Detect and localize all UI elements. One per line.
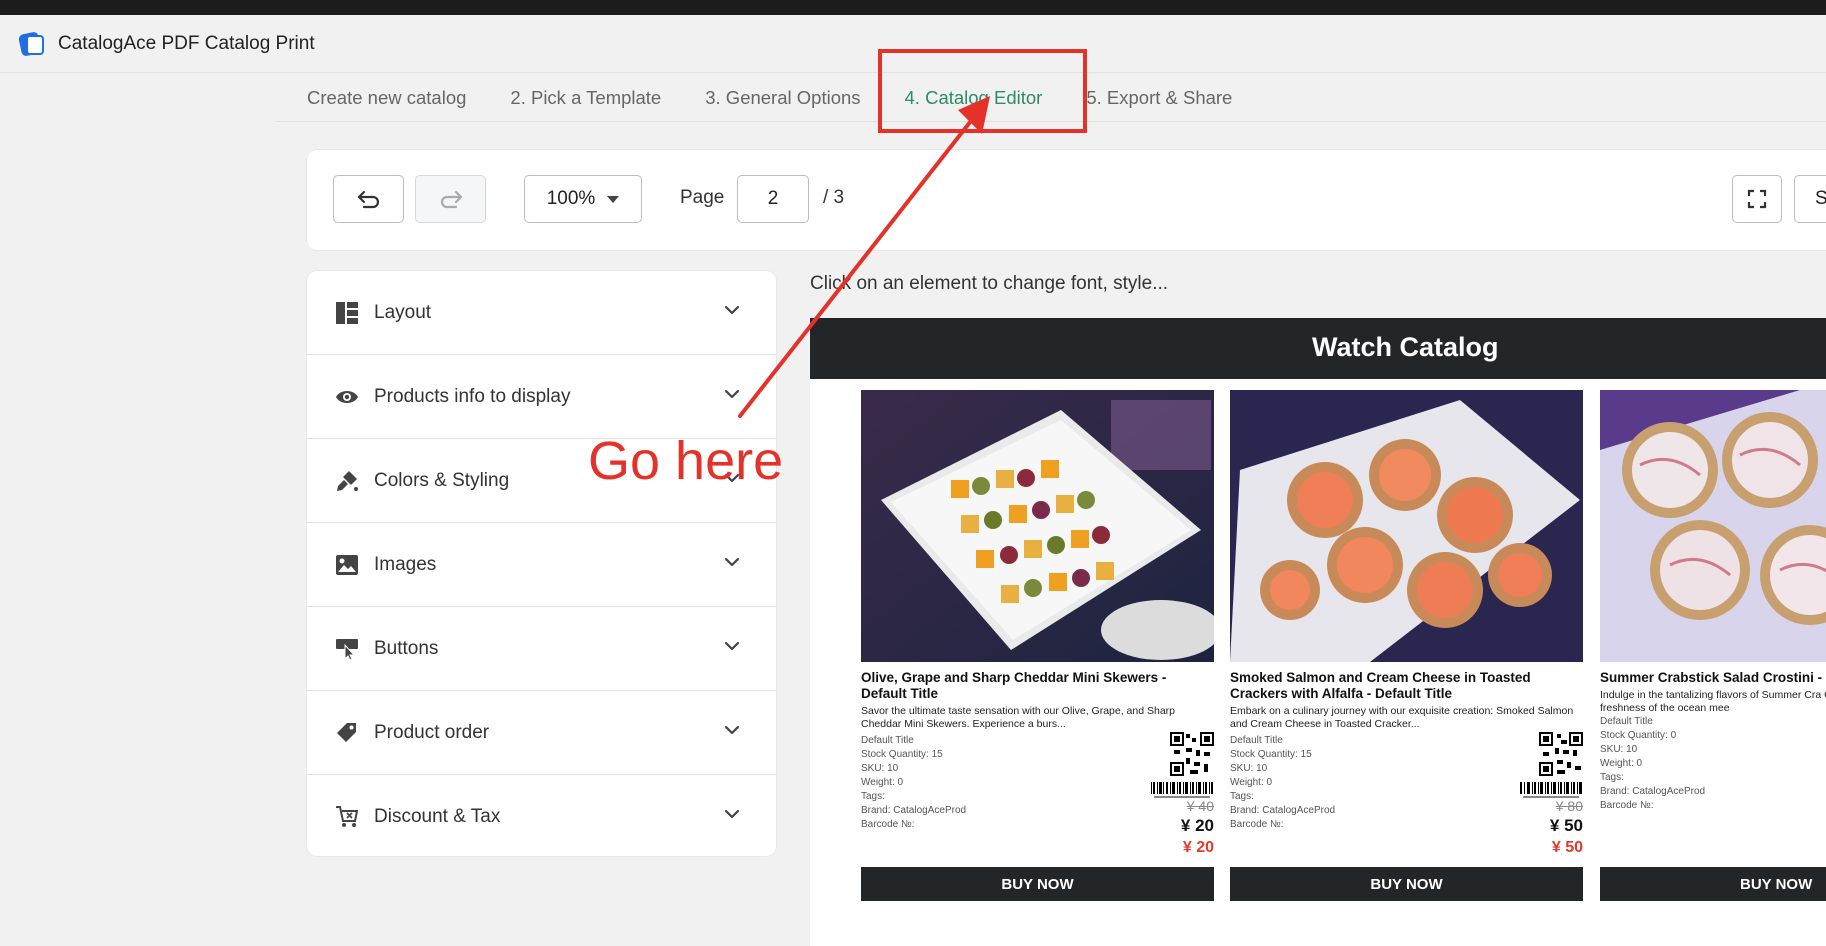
product-variant: Default Title: [1230, 735, 1283, 746]
tab-catalog-editor[interactable]: 4. Catalog Editor: [883, 87, 1065, 109]
product-name[interactable]: Summer Crabstick Salad Crostini -: [1600, 670, 1826, 686]
product-variant: Default Title: [861, 735, 914, 746]
product-barcode-label: Barcode №:: [861, 819, 915, 830]
page-label: Page: [680, 187, 725, 208]
app-header: CatalogAce PDF Catalog Print: [0, 15, 1826, 73]
accordion-label: Discount & Tax: [374, 806, 501, 827]
accordion-discount-tax[interactable]: Discount & Tax: [307, 775, 776, 856]
tab-export-share[interactable]: 5. Export & Share: [1064, 87, 1254, 109]
accordion-buttons[interactable]: Buttons: [307, 607, 776, 691]
product-card[interactable]: Smoked Salmon and Cream Cheese in Toaste…: [1230, 390, 1583, 901]
catalog-header[interactable]: Watch Catalog: [810, 318, 1826, 379]
tag-icon: [334, 720, 360, 746]
product-brand: Brand: CatalogAceProd: [1600, 786, 1706, 797]
product-tags: Tags:: [1600, 772, 1624, 783]
product-sku: SKU: 10: [861, 763, 899, 774]
buy-now-button[interactable]: BUY NOW: [861, 867, 1214, 901]
tab-pick-template[interactable]: 2. Pick a Template: [488, 87, 683, 109]
chevron-down-icon: [724, 557, 740, 567]
redo-button[interactable]: [415, 175, 486, 223]
price-discounted[interactable]: ¥ 20: [1183, 839, 1214, 857]
buy-now-button[interactable]: BUY NOW: [1230, 867, 1583, 901]
paint-icon: [334, 468, 360, 494]
chevron-down-icon: [724, 305, 740, 315]
qr-code-icon[interactable]: [1539, 732, 1583, 776]
product-meta[interactable]: Default Title Stock Quantity: 0 SKU: 10 …: [1600, 715, 1826, 813]
product-image[interactable]: [861, 390, 1214, 662]
product-name[interactable]: Smoked Salmon and Cream Cheese in Toaste…: [1230, 670, 1583, 702]
product-description[interactable]: Indulge in the tantalizing flavors of Su…: [1600, 689, 1826, 715]
buy-now-button[interactable]: BUY NOW: [1600, 867, 1826, 901]
accordion-label: Products info to display: [374, 385, 571, 407]
chevron-down-icon: [724, 725, 740, 735]
product-stock: Stock Quantity: 15: [861, 749, 943, 760]
layout-icon: [334, 300, 360, 326]
product-brand: Brand: CatalogAceProd: [1230, 805, 1336, 816]
window-top-bar: [0, 0, 1826, 15]
accordion-label: Layout: [374, 301, 432, 323]
accordion-label: Colors & Styling: [374, 469, 510, 491]
product-description[interactable]: Embark on a culinary journey with our ex…: [1230, 705, 1583, 731]
cart-icon: [334, 804, 360, 830]
buy-now-label: BUY NOW: [1740, 875, 1813, 893]
accordion-images[interactable]: Images: [307, 523, 776, 607]
page-total: / 3: [823, 187, 845, 208]
chevron-down-icon: [724, 389, 740, 399]
undo-button[interactable]: [333, 175, 404, 223]
price-original[interactable]: ¥ 80: [1556, 798, 1583, 814]
catalog-title[interactable]: Watch Catalog: [1312, 332, 1499, 363]
redo-icon: [440, 190, 462, 209]
chevron-down-icon: [724, 641, 740, 651]
chevron-down-icon: [724, 809, 740, 819]
tab-general-options[interactable]: 3. General Options: [683, 87, 882, 109]
accordion-layout[interactable]: Layout: [307, 271, 776, 355]
product-sku: SKU: 10: [1230, 763, 1268, 774]
app-title: CatalogAce PDF Catalog Print: [58, 32, 315, 54]
save-button[interactable]: S: [1794, 175, 1826, 223]
tab-create-catalog[interactable]: Create new catalog: [276, 87, 488, 109]
product-variant: Default Title: [1600, 716, 1653, 727]
page-number-input[interactable]: [737, 175, 809, 223]
product-stock: Stock Quantity: 0: [1600, 730, 1677, 741]
editor-toolbar: 100% Page / 3 S: [307, 150, 1826, 250]
catalog-canvas[interactable]: Watch Catalog Olive, Grape and Sharp Che…: [810, 318, 1826, 946]
product-card[interactable]: Olive, Grape and Sharp Cheddar Mini Skew…: [861, 390, 1214, 901]
product-description[interactable]: Savor the ultimate taste sensation with …: [861, 705, 1214, 731]
wizard-tabs: Create new catalog 2. Pick a Template 3.…: [276, 74, 1826, 122]
product-brand: Brand: CatalogAceProd: [861, 805, 967, 816]
zoom-value: 100%: [546, 188, 596, 209]
image-icon: [334, 552, 360, 578]
accordion-products-info[interactable]: Products info to display: [307, 355, 776, 439]
product-name[interactable]: Olive, Grape and Sharp Cheddar Mini Skew…: [861, 670, 1214, 702]
annotation-go-here: Go here: [588, 431, 784, 491]
product-barcode-label: Barcode №:: [1600, 800, 1654, 811]
fullscreen-icon: [1747, 189, 1767, 209]
price[interactable]: ¥ 20: [1181, 816, 1214, 836]
product-image[interactable]: [1230, 390, 1583, 662]
product-weight: Weight: 0: [1600, 758, 1643, 769]
caret-down-icon: [607, 195, 620, 203]
product-image[interactable]: [1600, 390, 1826, 662]
product-stock: Stock Quantity: 15: [1230, 749, 1312, 760]
product-card[interactable]: Summer Crabstick Salad Crostini - Indulg…: [1600, 390, 1826, 901]
product-barcode-label: Barcode №:: [1230, 819, 1284, 830]
product-sku: SKU: 10: [1600, 744, 1638, 755]
editor-hint: Click on an element to change font, styl…: [810, 273, 1169, 294]
settings-accordion: Layout Products info to display Colors &…: [307, 271, 776, 856]
price-discounted[interactable]: ¥ 50: [1552, 839, 1583, 857]
accordion-product-order[interactable]: Product order: [307, 691, 776, 775]
price-original[interactable]: ¥ 40: [1187, 798, 1214, 814]
app-logo-icon: [17, 30, 46, 58]
qr-code-icon[interactable]: [1170, 732, 1214, 776]
eye-icon: [334, 384, 360, 410]
accordion-label: Buttons: [374, 637, 439, 659]
undo-icon: [357, 190, 379, 209]
zoom-select[interactable]: 100%: [524, 175, 642, 223]
accordion-label: Product order: [374, 721, 490, 743]
price[interactable]: ¥ 50: [1550, 816, 1583, 836]
accordion-label: Images: [374, 553, 437, 575]
button-icon: [334, 636, 360, 662]
fullscreen-button[interactable]: [1732, 175, 1782, 223]
